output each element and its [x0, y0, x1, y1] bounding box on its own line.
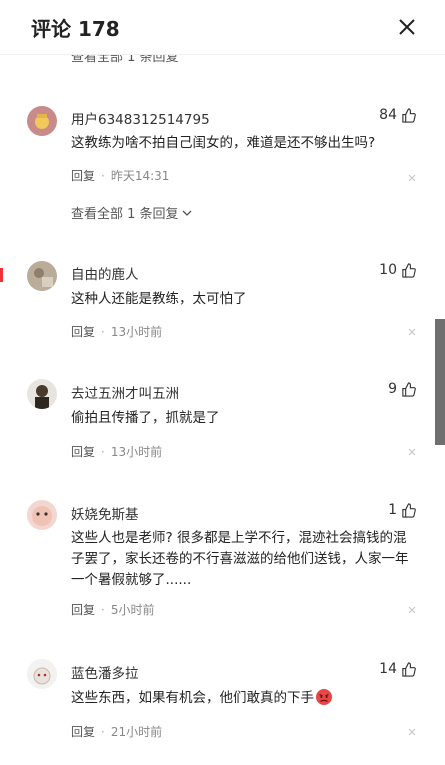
comment-text: 这些人也是老师? 很多都是上学不行，混迹社会搞钱的混子罢了，家长还卷的不行喜滋滋… [71, 530, 409, 588]
dismiss-x-icon[interactable] [407, 727, 417, 737]
avatar[interactable] [27, 261, 57, 291]
comment-time: 13小时前 [110, 445, 163, 459]
comment-meta: 回复 · 昨天14:31 [71, 169, 170, 183]
chevron-down-icon [182, 210, 192, 216]
like-button[interactable]: 84 [379, 107, 416, 123]
angry-face-emoji [316, 689, 332, 705]
avatar[interactable] [27, 379, 57, 409]
comment-text-body: 这些东西，如果有机会，他们敢真的下手 [71, 690, 314, 706]
reply-button[interactable]: 回复 [71, 325, 95, 339]
comment-text: 这教练为啥不拍自己闺女的，难道是还不够出生吗? [71, 135, 376, 151]
like-count: 1 [388, 502, 397, 518]
comment-text: 这些东西，如果有机会，他们敢真的下手 [71, 688, 416, 709]
like-count: 10 [379, 262, 397, 278]
comments-header: 评论 178 [0, 0, 445, 55]
comment-time: 13小时前 [110, 325, 163, 339]
comment-text: 偷拍且传播了，抓就是了 [71, 410, 220, 426]
view-all-replies-link[interactable]: 查看全部 1 条回复 [71, 203, 192, 222]
reply-button[interactable]: 回复 [71, 603, 95, 617]
like-button[interactable]: 9 [388, 381, 416, 397]
comment-username[interactable]: 蓝色潘多拉 [71, 662, 139, 682]
close-icon[interactable] [396, 16, 418, 38]
comment-meta: 回复 · 21小时前 [71, 725, 163, 739]
scrollbar-thumb[interactable] [435, 319, 445, 445]
comment-time: 5小时前 [110, 603, 155, 617]
like-button[interactable]: 10 [379, 262, 416, 278]
comment-username[interactable]: 自由的鹿人 [71, 263, 139, 283]
thumbs-up-icon [402, 661, 416, 677]
like-button[interactable]: 14 [379, 661, 416, 677]
dismiss-x-icon[interactable] [407, 447, 417, 457]
dismiss-x-icon[interactable] [407, 605, 417, 615]
comment-username[interactable]: 去过五洲才叫五洲 [71, 382, 179, 402]
comment-time: 21小时前 [110, 725, 163, 739]
avatar[interactable] [27, 106, 57, 136]
like-count: 84 [379, 107, 397, 123]
comment-username[interactable]: 妖娆免斯基 [71, 503, 139, 523]
like-button[interactable]: 1 [388, 502, 416, 518]
view-all-replies-label: 查看全部 1 条回复 [71, 207, 179, 222]
like-count: 14 [379, 661, 397, 677]
thumbs-up-icon [402, 502, 416, 518]
reply-button[interactable]: 回复 [71, 445, 95, 459]
comment-time: 昨天14:31 [110, 169, 170, 183]
page-title: 评论 178 [31, 17, 120, 41]
comment-meta: 回复 · 13小时前 [71, 445, 163, 459]
thumbs-up-icon [402, 107, 416, 123]
comment-meta: 回复 · 5小时前 [71, 603, 155, 617]
comment-username[interactable]: 用户6348312514795 [71, 108, 210, 128]
dismiss-x-icon[interactable] [407, 173, 417, 183]
thumbs-up-icon [402, 381, 416, 397]
reply-button[interactable]: 回复 [71, 169, 95, 183]
avatar[interactable] [27, 659, 57, 689]
comment-text: 这种人还能是教练，太可怕了 [71, 291, 247, 307]
avatar[interactable] [27, 500, 57, 530]
thumbs-up-icon [402, 262, 416, 278]
reply-button[interactable]: 回复 [71, 725, 95, 739]
like-count: 9 [388, 381, 397, 397]
left-edge-marker [0, 268, 3, 282]
comment-meta: 回复 · 13小时前 [71, 325, 163, 339]
dismiss-x-icon[interactable] [407, 327, 417, 337]
